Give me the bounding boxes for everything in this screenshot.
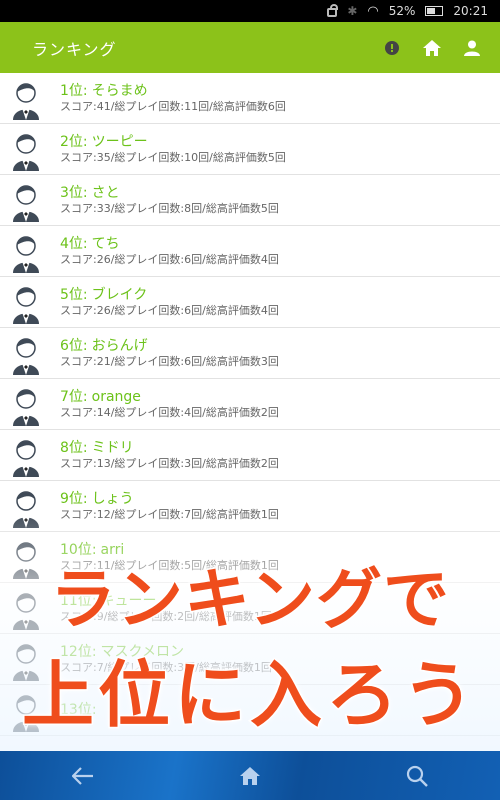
bluetooth-icon: ✱ (347, 4, 358, 18)
user-avatar-icon (13, 542, 39, 579)
player-stats: スコア:21/総プレイ回数:6回/総高評価数3回 (60, 355, 279, 368)
player-name: 2位: ツーピー (60, 134, 148, 150)
battery-percent: 52% (388, 4, 416, 18)
home-icon[interactable] (236, 762, 264, 790)
player-name: 4位: てち (60, 236, 120, 252)
home-icon[interactable] (422, 38, 442, 58)
info-icon[interactable] (382, 38, 402, 58)
page-title: ランキング (32, 39, 117, 59)
player-stats: スコア:13/総プレイ回数:3回/総高評価数2回 (60, 457, 279, 470)
player-stats: スコア:26/総プレイ回数:6回/総高評価数4回 (60, 253, 279, 266)
player-name: 5位: ブレイク (60, 287, 148, 303)
list-item[interactable]: 2位: ツーピー スコア:35/総プレイ回数:10回/総高評価数5回 (0, 124, 500, 175)
player-name: 13位: (60, 702, 97, 718)
user-avatar-icon (13, 338, 39, 375)
user-avatar-icon (13, 440, 39, 477)
back-arrow-icon[interactable] (69, 762, 97, 790)
player-stats: スコア:11/総プレイ回数:5回/総高評価数1回 (60, 559, 279, 572)
bottom-nav-bar (0, 751, 500, 800)
player-stats: スコア:14/総プレイ回数:4回/総高評価数2回 (60, 406, 279, 419)
list-item[interactable]: 4位: てち スコア:26/総プレイ回数:6回/総高評価数4回 (0, 226, 500, 277)
user-avatar-icon (13, 236, 39, 273)
list-item[interactable]: 13位: (0, 685, 500, 736)
user-avatar-icon (13, 644, 39, 681)
user-avatar-icon (13, 134, 39, 171)
player-name: 10位: arri (60, 542, 125, 558)
lock-icon (327, 4, 339, 17)
list-item[interactable]: 6位: おらんげ スコア:21/総プレイ回数:6回/総高評価数3回 (0, 328, 500, 379)
user-avatar-icon (13, 695, 39, 732)
battery-icon (425, 6, 444, 16)
player-name: 12位: マスクメロン (60, 644, 184, 660)
player-name: 11位: キューー (60, 593, 157, 609)
player-stats: スコア:7/総プレイ回数:3回/総高評価数1回 (60, 661, 272, 674)
search-icon[interactable] (403, 762, 431, 790)
player-name: 1位: そらまめ (60, 83, 148, 99)
player-name: 3位: さと (60, 185, 120, 201)
list-item[interactable]: 10位: arri スコア:11/総プレイ回数:5回/総高評価数1回 (0, 532, 500, 583)
list-item[interactable]: 8位: ミドリ スコア:13/総プレイ回数:3回/総高評価数2回 (0, 430, 500, 481)
account-icon[interactable] (462, 38, 482, 58)
player-stats: スコア:41/総プレイ回数:11回/総高評価数6回 (60, 100, 286, 113)
player-stats: スコア:26/総プレイ回数:6回/総高評価数4回 (60, 304, 279, 317)
player-stats: スコア:12/総プレイ回数:7回/総高評価数1回 (60, 508, 279, 521)
ranking-list[interactable]: 1位: そらまめ スコア:41/総プレイ回数:11回/総高評価数6回 2位: ツーピ… (0, 73, 500, 751)
list-item[interactable]: 3位: さと スコア:33/総プレイ回数:8回/総高評価数5回 (0, 175, 500, 226)
list-item[interactable]: 12位: マスクメロン スコア:7/総プレイ回数:3回/総高評価数1回 (0, 634, 500, 685)
clock: 20:21 (453, 4, 488, 18)
user-avatar-icon (13, 287, 39, 324)
user-avatar-icon (13, 185, 39, 222)
user-avatar-icon (13, 83, 39, 120)
player-stats: スコア:35/総プレイ回数:10回/総高評価数5回 (60, 151, 286, 164)
list-item[interactable]: 1位: そらまめ スコア:41/総プレイ回数:11回/総高評価数6回 (0, 73, 500, 124)
wifi-icon: ◠ (367, 3, 379, 19)
user-avatar-icon (13, 389, 39, 426)
user-avatar-icon (13, 593, 39, 630)
status-bar: ✱ ◠ 52% 20:21 (0, 0, 500, 22)
player-name: 8位: ミドリ (60, 440, 134, 456)
player-name: 6位: おらんげ (60, 338, 148, 354)
player-stats: スコア:33/総プレイ回数:8回/総高評価数5回 (60, 202, 279, 215)
list-item[interactable]: 9位: しょう スコア:12/総プレイ回数:7回/総高評価数1回 (0, 481, 500, 532)
player-stats: スコア:9/総プレイ回数:2回/総高評価数1回 (60, 610, 272, 623)
player-name: 9位: しょう (60, 491, 134, 507)
user-avatar-icon (13, 491, 39, 528)
player-name: 7位: orange (60, 389, 141, 405)
app-bar: ランキング (0, 22, 500, 73)
list-item[interactable]: 11位: キューー スコア:9/総プレイ回数:2回/総高評価数1回 (0, 583, 500, 634)
list-item[interactable]: 7位: orange スコア:14/総プレイ回数:4回/総高評価数2回 (0, 379, 500, 430)
list-item[interactable]: 5位: ブレイク スコア:26/総プレイ回数:6回/総高評価数4回 (0, 277, 500, 328)
